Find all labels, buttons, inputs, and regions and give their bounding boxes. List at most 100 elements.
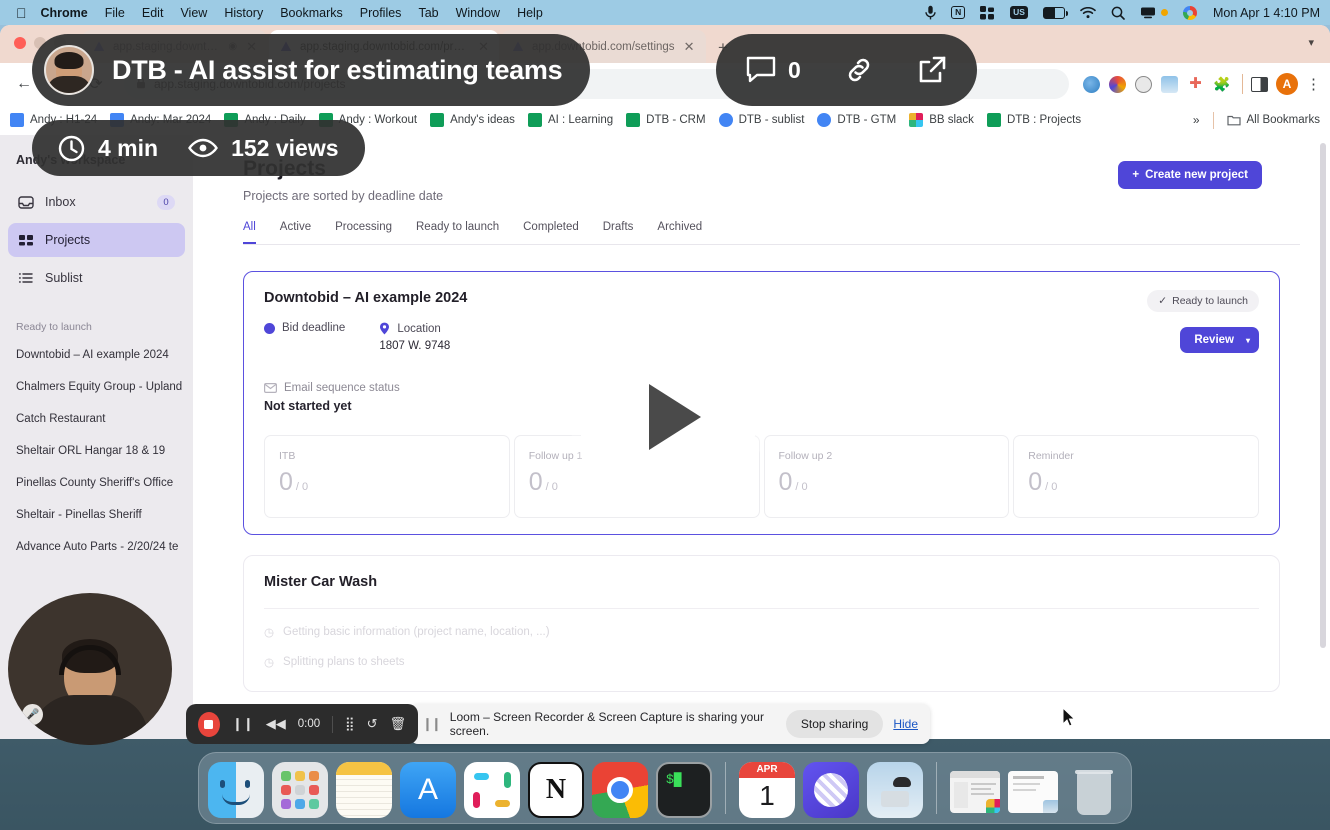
webcam-mic-badge-icon[interactable]: 🎤 — [22, 704, 43, 725]
profile-avatar[interactable]: A — [1276, 73, 1298, 95]
review-button[interactable]: Review ▾ — [1180, 327, 1259, 353]
notion-icon[interactable]: N — [951, 6, 966, 19]
dock-notes-icon[interactable] — [336, 762, 392, 818]
stop-sharing-button[interactable]: Stop sharing — [785, 710, 884, 738]
views-label: 152 views — [231, 134, 339, 161]
menu-bookmarks[interactable]: Bookmarks — [280, 6, 343, 20]
all-bookmarks-button[interactable]: All Bookmarks — [1226, 113, 1320, 127]
grid-icon[interactable] — [980, 5, 995, 20]
webcam-bubble[interactable]: 🎤 — [8, 593, 172, 745]
drag-handle-icon[interactable]: ❙❙ — [422, 716, 442, 732]
close-window-button[interactable] — [14, 37, 26, 49]
search-icon[interactable] — [1111, 6, 1125, 20]
extension-grammarly-icon[interactable] — [1083, 75, 1100, 93]
menu-window[interactable]: Window — [456, 6, 500, 20]
dock-chrome-icon[interactable] — [592, 762, 648, 818]
hide-bar-button[interactable]: Hide — [893, 717, 918, 731]
pause-recording-button[interactable]: ❙❙ — [232, 716, 254, 732]
side-panel-icon[interactable] — [1251, 76, 1268, 92]
apple-logo-icon[interactable]:  — [16, 6, 27, 20]
bookmark-bb-slack[interactable]: BB slack — [909, 113, 974, 127]
chrome-menu-button[interactable]: ⋮ — [1306, 75, 1321, 93]
bookmark-dtb-gtm[interactable]: DTB - GTM — [817, 113, 896, 127]
page-scrollbar[interactable] — [1320, 143, 1326, 648]
sidebar-item-projects[interactable]: Projects — [8, 223, 185, 257]
extension-plus-icon[interactable]: ✚ — [1187, 75, 1204, 93]
stop-recording-button[interactable] — [198, 711, 220, 737]
drawing-grid-button[interactable]: ⣿ — [345, 716, 355, 732]
tab-archived[interactable]: Archived — [657, 221, 702, 244]
menu-edit[interactable]: Edit — [142, 6, 164, 20]
battery-charging-icon[interactable] — [1042, 6, 1068, 19]
sidebar-project-item[interactable]: Sheltair - Pinellas Sheriff — [0, 499, 193, 531]
delete-recording-button[interactable]: 🗑 — [389, 716, 406, 732]
sidebar-item-sublist[interactable]: Sublist — [8, 261, 185, 295]
wifi-icon[interactable] — [1080, 6, 1096, 19]
bookmark-ai-learning[interactable]: AI : Learning — [527, 113, 613, 127]
bookmark-dtb-projects[interactable]: DTB : Projects — [986, 113, 1081, 127]
restart-recording-button[interactable]: ↺ — [367, 716, 378, 732]
us-input-icon[interactable]: US — [1010, 6, 1028, 19]
sidebar-project-item[interactable]: Downtobid – AI example 2024 — [0, 339, 193, 371]
menu-chrome[interactable]: Chrome — [41, 6, 88, 20]
sidebar-project-item[interactable]: Sheltair ORL Hangar 18 & 19 — [0, 435, 193, 467]
close-tab-button[interactable]: ✕ — [684, 39, 695, 55]
page-subtitle: Projects are sorted by deadline date — [243, 189, 444, 203]
dock-notion-icon[interactable]: N — [528, 762, 584, 818]
dock-calendar-icon[interactable]: APR 1 — [739, 762, 795, 818]
sidebar-item-inbox[interactable]: Inbox 0 — [8, 185, 185, 219]
dock-loom-icon[interactable] — [803, 762, 859, 818]
project-card-mister-car-wash[interactable]: Mister Car Wash ◷ Getting basic informat… — [243, 555, 1280, 692]
menu-tab[interactable]: Tab — [418, 6, 438, 20]
dock-minimized-window-2[interactable] — [1008, 771, 1058, 813]
screen-share-icon[interactable] — [1140, 6, 1168, 19]
menu-profiles[interactable]: Profiles — [360, 6, 402, 20]
open-external-button[interactable] — [917, 55, 947, 85]
dock-terminal-icon[interactable]: $█ — [656, 762, 712, 818]
menu-history[interactable]: History — [224, 6, 263, 20]
menubar-clock[interactable]: Mon Apr 1 4:10 PM — [1213, 6, 1320, 20]
extension-loom-icon[interactable] — [1109, 75, 1126, 93]
tab-processing[interactable]: Processing — [335, 221, 392, 244]
menu-view[interactable]: View — [180, 6, 207, 20]
menu-file[interactable]: File — [105, 6, 125, 20]
stat-denominator: / 0 — [1045, 481, 1058, 493]
tab-drafts[interactable]: Drafts — [603, 221, 634, 244]
menu-help[interactable]: Help — [517, 6, 543, 20]
bookmark-andys-ideas[interactable]: Andy's ideas — [430, 113, 515, 127]
create-new-project-button[interactable]: + Create new project — [1118, 161, 1262, 189]
dock-image-capture-icon[interactable] — [867, 762, 923, 818]
sidebar-project-item[interactable]: Chalmers Equity Group - Upland — [0, 371, 193, 403]
screen:  Chrome File Edit View History Bookmark… — [0, 0, 1330, 830]
chrome-status-icon[interactable] — [1182, 5, 1197, 20]
tab-search-chevron-icon[interactable]: ▾ — [1308, 36, 1314, 49]
dock-trash-icon[interactable] — [1066, 762, 1122, 818]
sidebar-project-item[interactable]: Pinellas County Sheriff's Office — [0, 467, 193, 499]
dock-app-store-icon[interactable]: A — [400, 762, 456, 818]
bookmark-dtb-crm[interactable]: DTB - CRM — [626, 113, 706, 127]
tab-ready-to-launch[interactable]: Ready to launch — [416, 221, 499, 244]
bookmark-dtb-sublist[interactable]: DTB - sublist — [718, 113, 804, 127]
sidebar-project-item[interactable]: Catch Restaurant — [0, 403, 193, 435]
microphone-icon[interactable] — [925, 5, 936, 20]
tab-completed[interactable]: Completed — [523, 221, 579, 244]
dock-launchpad-icon[interactable] — [272, 762, 328, 818]
copy-link-button[interactable] — [843, 55, 875, 85]
play-button[interactable] — [579, 328, 757, 506]
chevron-down-icon[interactable]: ▾ — [1246, 336, 1250, 345]
dock-slack-icon[interactable] — [464, 762, 520, 818]
tab-all[interactable]: All — [243, 221, 256, 244]
sidebar-project-item[interactable]: Advance Auto Parts - 2/20/24 te — [0, 531, 193, 563]
extensions-puzzle-icon[interactable]: 🧩 — [1213, 76, 1230, 93]
rewind-button[interactable]: ◀◀ — [266, 716, 286, 732]
project-card-downtobid[interactable]: Downtobid – AI example 2024 ✓ Ready to l… — [243, 271, 1280, 535]
dock-finder-icon[interactable] — [208, 762, 264, 818]
bookmarks-overflow-button[interactable]: » — [1193, 113, 1200, 127]
extension-block-icon[interactable] — [1135, 75, 1152, 93]
projects-icon — [19, 235, 33, 246]
webcam-person — [32, 639, 148, 745]
comments-button[interactable]: 0 — [746, 56, 801, 84]
tab-active[interactable]: Active — [280, 221, 311, 244]
extension-image-icon[interactable] — [1161, 75, 1178, 93]
dock-minimized-window-1[interactable] — [950, 771, 1000, 813]
